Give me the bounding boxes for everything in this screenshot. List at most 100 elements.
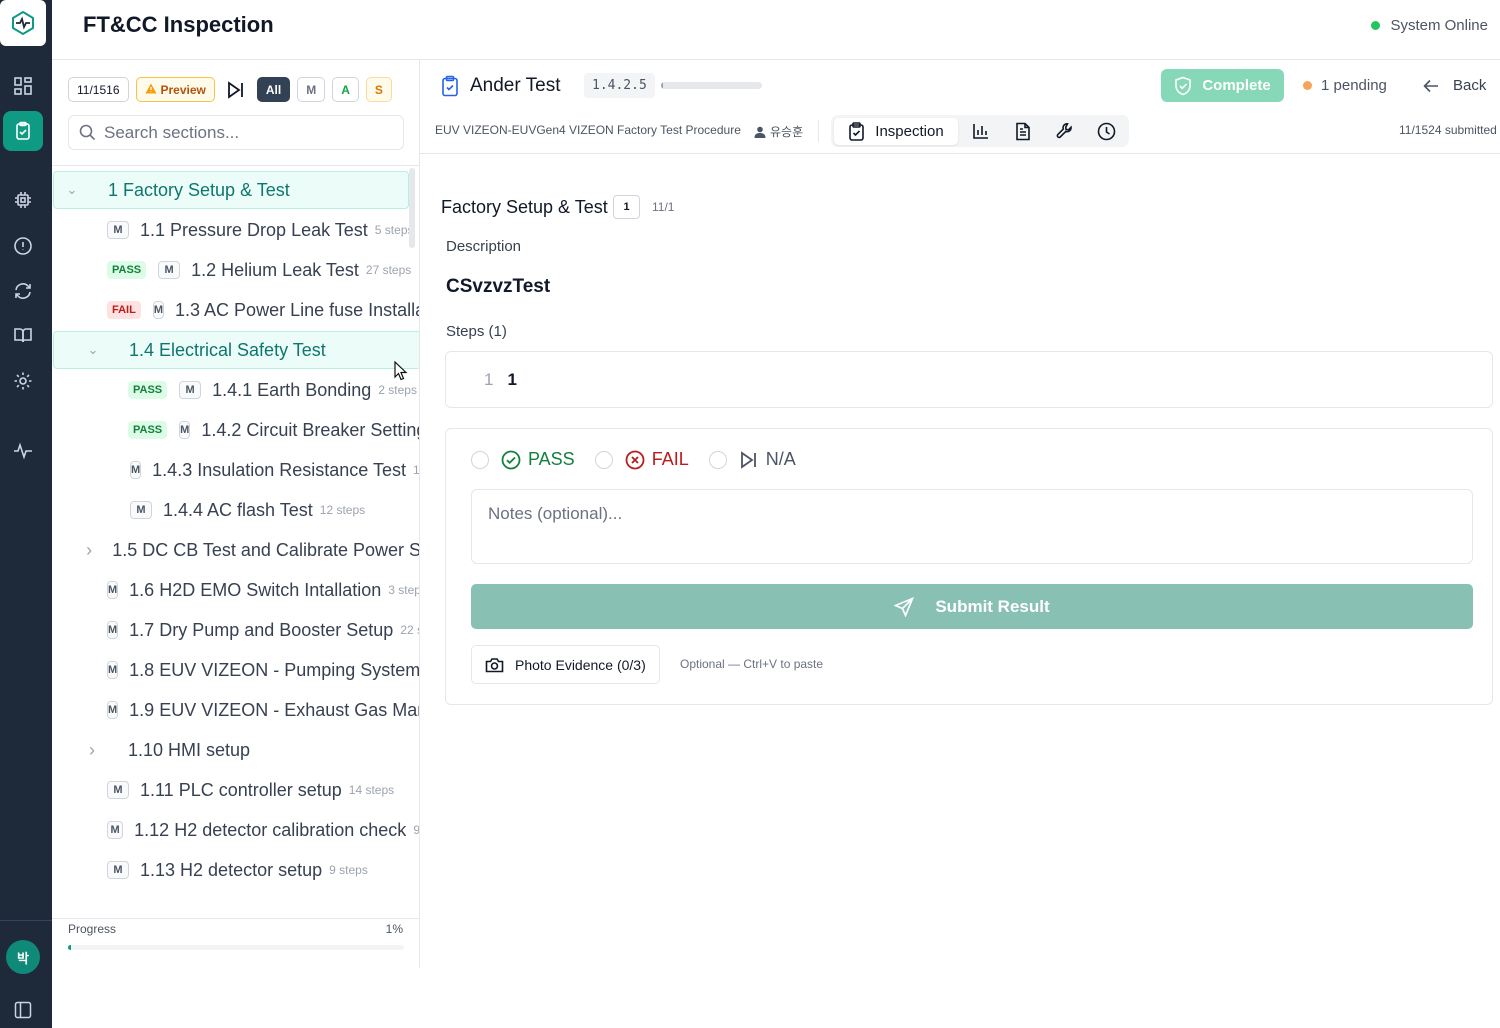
na-radio[interactable]	[708, 450, 727, 469]
tree-row[interactable]: M 1.1 Pressure Drop Leak Test 5 steps	[107, 211, 419, 249]
tree-row[interactable]: M 1.12 H2 detector calibration check 9	[107, 811, 420, 849]
app-title: FT&CC Inspection	[83, 12, 274, 37]
tab-chart[interactable]	[961, 118, 1000, 145]
document-icon	[1015, 122, 1030, 140]
tree-row[interactable]: PASS M 1.4.1 Earth Bonding 2 steps	[128, 371, 419, 409]
complete-label: Complete	[1202, 77, 1271, 94]
chevron-right-icon[interactable]: ›	[84, 740, 100, 761]
tree-row[interactable]: M 1.9 EUV VIZEON - Exhaust Gas Mana	[107, 691, 420, 729]
progress-label: Progress	[68, 922, 117, 936]
activity-icon[interactable]	[0, 431, 46, 471]
avatar[interactable]: 박	[6, 940, 40, 974]
skip-forward-button[interactable]	[222, 77, 250, 102]
back-label: Back	[1453, 77, 1487, 94]
tree-row-label: 1.8 EUV VIZEON - Pumping System's	[129, 659, 420, 680]
book-icon[interactable]	[0, 315, 46, 355]
search-input[interactable]	[104, 122, 394, 143]
tree-row[interactable]: M 1.8 EUV VIZEON - Pumping System's	[107, 651, 420, 689]
tree-row[interactable]: M 1.13 H2 detector setup 9 steps	[107, 851, 419, 889]
filter-m[interactable]: M	[297, 77, 326, 102]
step-count: 3 step	[388, 583, 420, 597]
tree-row[interactable]: M 1.7 Dry Pump and Booster Setup 22 s	[107, 611, 419, 649]
gear-icon[interactable]	[0, 361, 46, 401]
tree-scrollbar[interactable]	[409, 168, 415, 248]
arrow-left-icon	[1423, 79, 1438, 92]
fail-radio[interactable]	[594, 450, 613, 469]
preview-button[interactable]: Preview	[135, 77, 215, 102]
submit-result-button[interactable]: Submit Result	[471, 584, 1473, 629]
progress-fill	[68, 945, 72, 950]
section-title: Factory Setup & Test	[441, 197, 608, 217]
manual-badge: M	[107, 581, 119, 599]
description-text: CSvzvzTest	[446, 276, 551, 297]
dashboard-icon[interactable]	[0, 66, 46, 106]
chevron-down-icon[interactable]: ⌄	[85, 342, 101, 358]
filter-a[interactable]: A	[332, 77, 359, 102]
step-item: 1 1	[445, 351, 1493, 408]
tree-row[interactable]: M 1.4.3 Insulation Resistance Test 12	[130, 451, 420, 489]
tab-inspection-label: Inspection	[875, 122, 944, 140]
filter-all[interactable]: All	[256, 77, 291, 102]
tree-row[interactable]: M 1.4.4 AC flash Test 12 steps	[130, 491, 419, 529]
option-fail[interactable]: FAIL	[594, 449, 689, 470]
chevron-right-icon[interactable]: ›	[84, 540, 94, 561]
complete-button[interactable]: Complete	[1161, 69, 1284, 102]
back-button[interactable]: Back	[1423, 77, 1486, 94]
option-na[interactable]: N/A	[708, 449, 796, 470]
step-count: 9	[413, 823, 420, 837]
sync-icon[interactable]	[0, 271, 46, 311]
tree-row-label: 1.9 EUV VIZEON - Exhaust Gas Mana	[129, 699, 420, 720]
tab-history[interactable]	[1087, 118, 1126, 145]
pass-radio[interactable]	[471, 450, 489, 469]
clipboard-check-icon	[849, 121, 865, 141]
tree-group-row[interactable]: ⌄ 1.4 Electrical Safety Test	[53, 331, 419, 369]
system-status-text: System Online	[1390, 17, 1488, 34]
skip-forward-icon	[227, 80, 243, 99]
tree-group-row[interactable]: ⌄ 1 Factory Setup & Test	[53, 171, 409, 209]
tab-inspection[interactable]: Inspection	[834, 117, 958, 145]
clipboard-icon	[440, 75, 460, 102]
submitted-count: 11/1524 submitted	[1399, 123, 1497, 137]
tree-row[interactable]: M 1.11 PLC controller setup 14 steps	[107, 771, 419, 809]
tree-row[interactable]: M 1.6 H2D EMO Switch Intallation 3 step	[107, 571, 420, 609]
tree-row-label: 1.12 H2 detector calibration check	[134, 819, 407, 840]
pass-badge: PASS	[107, 261, 147, 279]
filter-s[interactable]: S	[365, 77, 392, 102]
manual-badge: M	[107, 221, 129, 239]
result-options: PASS FAIL N/A	[471, 449, 816, 470]
tree-row-label: 1.4.4 AC flash Test	[163, 499, 313, 520]
pending-text: 1 pending	[1321, 77, 1387, 94]
tab-tools[interactable]	[1045, 118, 1084, 145]
tree-row-label: 1.6 H2D EMO Switch Intallation	[129, 579, 382, 600]
logo-icon[interactable]	[0, 0, 46, 46]
top-bar: FT&CC Inspection System Online	[52, 0, 1500, 60]
tree-row[interactable]: PASS M 1.4.2 Circuit Breaker Setting	[128, 411, 419, 449]
photo-evidence-button[interactable]: Photo Evidence (0/3)	[471, 645, 660, 684]
manual-badge: M	[179, 421, 191, 439]
tab-document[interactable]	[1003, 118, 1042, 145]
version-progress	[661, 82, 762, 89]
manual-badge: M	[107, 661, 119, 679]
tree-row-label: 1.4.1 Earth Bonding	[212, 379, 372, 400]
section-sidebar: 11/1516 Preview All M A S ⌄ 1 Factory Set…	[52, 60, 420, 968]
step-count: 12	[413, 463, 420, 477]
section-count: 11/1516	[68, 77, 129, 102]
tree-group-row[interactable]: › 1.5 DC CB Test and Calibrate Power S	[53, 531, 419, 569]
section-count-label: 11/1	[652, 200, 675, 214]
notes-input[interactable]	[471, 489, 1473, 564]
tree-row[interactable]: PASS M 1.2 Helium Leak Test 27 steps	[107, 251, 419, 289]
sidebar-toggle-icon[interactable]	[0, 990, 46, 1028]
online-dot-icon	[1371, 21, 1381, 30]
steps-label: Steps (1)	[446, 323, 507, 340]
tree-row-label: 1.7 Dry Pump and Booster Setup	[129, 619, 394, 640]
tree-row[interactable]: FAIL M 1.3 AC Power Line fuse Installation	[107, 291, 419, 329]
tree-row-label: 1.3 AC Power Line fuse Installation	[175, 299, 419, 320]
inspection-icon[interactable]	[3, 111, 43, 151]
chip-icon[interactable]	[0, 180, 46, 220]
chevron-down-icon[interactable]: ⌄	[64, 182, 80, 198]
option-pass[interactable]: PASS	[471, 449, 575, 470]
alert-icon[interactable]	[0, 226, 46, 266]
tree-row-label: 1.11 PLC controller setup	[140, 779, 342, 800]
tree-group-row[interactable]: › 1.10 HMI setup	[53, 731, 419, 769]
clock-icon	[1097, 122, 1116, 140]
